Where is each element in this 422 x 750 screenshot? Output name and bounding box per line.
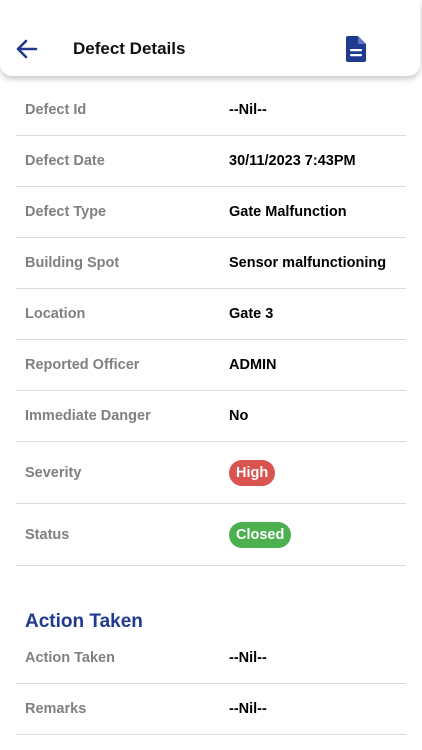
detail-label: Building Spot	[25, 255, 120, 271]
detail-value: --Nil--	[229, 102, 267, 118]
arrow-left-icon	[16, 39, 38, 59]
detail-row-location: Location Gate 3	[16, 289, 406, 340]
detail-label: Severity	[25, 464, 82, 481]
status-badge: Closed	[229, 521, 292, 548]
detail-row-defect-id: Defect Id --Nil--	[16, 85, 406, 136]
detail-value: ADMIN	[229, 357, 277, 373]
action-taken-section-title: Action Taken	[25, 611, 143, 632]
detail-row-defect-date: Defect Date 30/11/2023 7:43PM	[16, 136, 406, 187]
detail-label: Reported Officer	[25, 357, 140, 373]
detail-row-action-taken: Action Taken --Nil--	[16, 633, 406, 684]
detail-value: Gate Malfunction	[229, 204, 347, 220]
detail-value: --Nil--	[229, 701, 267, 717]
detail-label: Defect Id	[25, 102, 87, 118]
document-button[interactable]	[342, 33, 370, 65]
app-header: Defect Details	[0, 0, 420, 76]
detail-row-severity: Severity High	[16, 442, 406, 504]
detail-row-status: Status Closed	[16, 504, 406, 566]
detail-value: Gate 3	[229, 306, 274, 322]
detail-row-defect-type: Defect Type Gate Malfunction	[16, 187, 406, 238]
detail-value: Sensor malfunctioning	[229, 255, 387, 271]
defect-details-list: Defect Id --Nil-- Defect Date 30/11/2023…	[16, 85, 406, 566]
detail-label: Remarks	[25, 701, 87, 717]
detail-row-immediate-danger: Immediate Danger No	[16, 391, 406, 442]
detail-label: Status	[25, 526, 70, 543]
detail-row-reported-officer: Reported Officer ADMIN	[16, 340, 406, 391]
detail-row-remarks: Remarks --Nil--	[16, 684, 406, 735]
page-title: Defect Details	[73, 39, 186, 58]
detail-label: Defect Type	[25, 204, 107, 220]
detail-value: 30/11/2023 7:43PM	[229, 153, 356, 169]
detail-label: Immediate Danger	[25, 408, 151, 424]
detail-label: Action Taken	[25, 650, 115, 666]
detail-row-building-spot: Building Spot Sensor malfunctioning	[16, 238, 406, 289]
detail-label: Defect Date	[25, 153, 105, 169]
detail-value: --Nil--	[229, 650, 267, 666]
severity-badge: High	[229, 459, 276, 486]
back-button[interactable]	[12, 34, 42, 64]
action-details-list: Action Taken --Nil-- Remarks --Nil--	[16, 633, 406, 735]
detail-label: Location	[25, 306, 86, 322]
detail-value: No	[229, 408, 249, 424]
document-icon	[346, 36, 366, 62]
